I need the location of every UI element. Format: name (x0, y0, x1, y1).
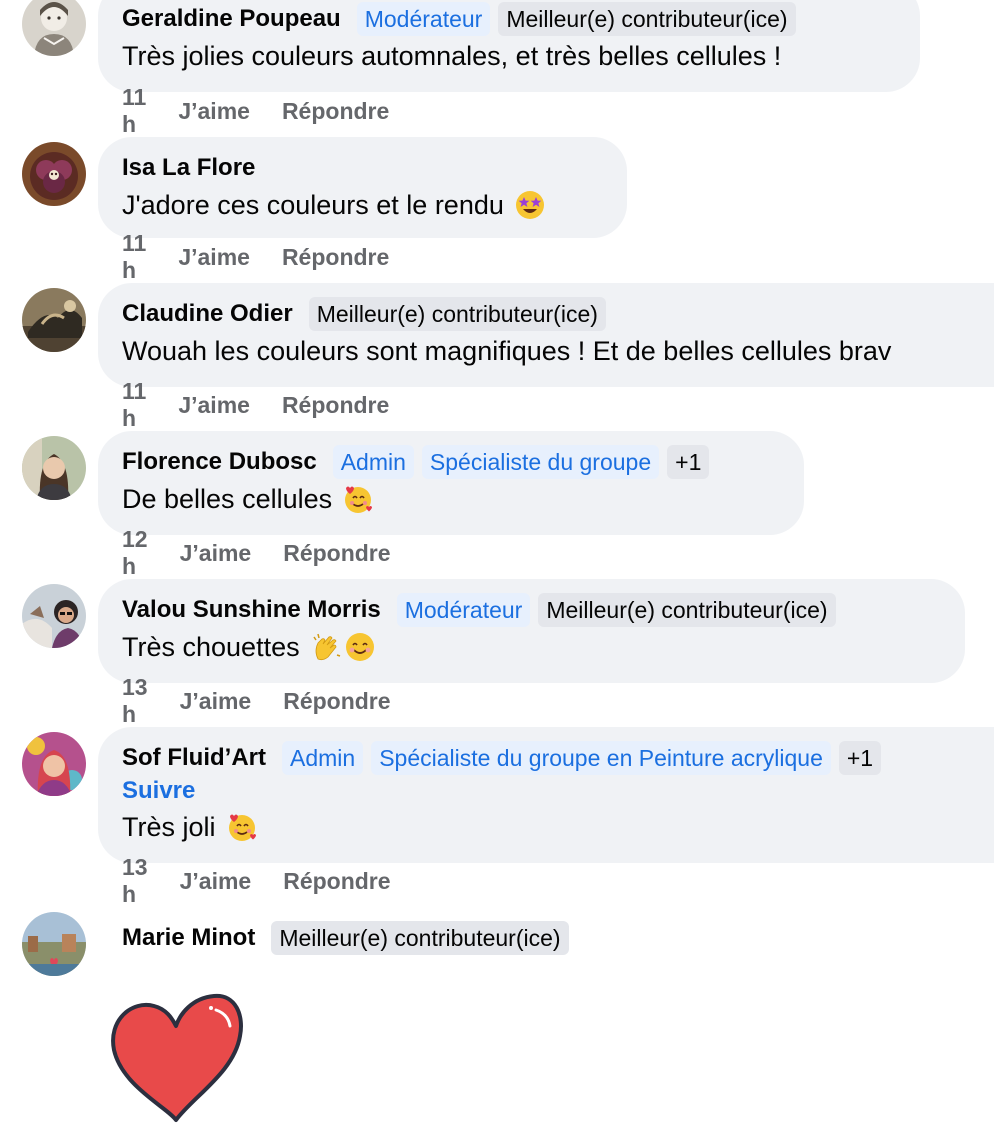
comment-actions: 11 h J’aime Répondre (122, 378, 389, 431)
comment-text-content: Très chouettes (122, 632, 300, 662)
comment-author[interactable]: Florence Dubosc (122, 448, 317, 476)
comment-bubble: Claudine Odier Meilleur(e) contributeur(… (98, 283, 994, 387)
smiling-face-with-hearts-emoji (226, 811, 258, 843)
like-button[interactable]: J’aime (178, 98, 250, 125)
like-button[interactable]: J’aime (178, 244, 250, 271)
avatar[interactable] (22, 584, 86, 648)
comment-actions: 11 h J’aime Répondre (122, 230, 389, 283)
comment-actions: 13 h J’aime Répondre (122, 674, 391, 727)
reply-button[interactable]: Répondre (282, 392, 389, 419)
comment-actions: 13 h J’aime Répondre (122, 854, 391, 907)
comment-header: Marie Minot Meilleur(e) contributeur(ice… (122, 921, 577, 955)
comment-bubble: Sof Fluid’Art Admin Spécialiste du group… (98, 727, 994, 863)
admin-badge[interactable]: Admin (332, 445, 414, 479)
avatar[interactable] (22, 288, 86, 352)
comment-text-content: Très jolies couleurs automnales, et très… (122, 41, 782, 71)
like-button[interactable]: J’aime (180, 868, 252, 895)
comment-bubble: Isa La Flore J'adore ces couleurs et le … (98, 137, 627, 238)
follow-link[interactable]: Suivre (122, 775, 970, 807)
comment-text: J'adore ces couleurs et le rendu (122, 185, 603, 225)
like-button[interactable]: J’aime (180, 688, 252, 715)
avatar[interactable] (22, 732, 86, 796)
group-expert-badge[interactable]: Spécialiste du groupe en Peinture acryli… (371, 741, 831, 775)
comment-text-content: Wouah les couleurs sont magnifiques ! Et… (122, 336, 892, 366)
clapping-hands-emoji (310, 631, 342, 663)
comment-text: Très joli (122, 807, 970, 847)
comment-author[interactable]: Isa La Flore (122, 154, 255, 182)
comment-text: Très jolies couleurs automnales, et très… (122, 36, 896, 76)
smiling-face-emoji (344, 631, 376, 663)
comment-author[interactable]: Marie Minot (122, 924, 255, 952)
top-contributor-badge[interactable]: Meilleur(e) contributeur(ice) (538, 593, 836, 627)
top-contributor-badge[interactable]: Meilleur(e) contributeur(ice) (308, 297, 606, 331)
comment-bubble: Geraldine Poupeau Modérateur Meilleur(e)… (98, 0, 920, 92)
comment-timestamp[interactable]: 12 h (122, 526, 148, 580)
avatar[interactable] (22, 0, 86, 56)
reply-button[interactable]: Répondre (282, 98, 389, 125)
moderator-badge[interactable]: Modérateur (356, 2, 491, 36)
comment-text: De belles cellules (122, 479, 780, 519)
comment-actions: 12 h J’aime Répondre (122, 526, 391, 579)
comment-author[interactable]: Geraldine Poupeau (122, 5, 341, 33)
top-contributor-badge[interactable]: Meilleur(e) contributeur(ice) (271, 921, 569, 955)
reply-button[interactable]: Répondre (283, 688, 390, 715)
comment-author[interactable]: Valou Sunshine Morris (122, 596, 381, 624)
comment-text: Wouah les couleurs sont magnifiques ! Et… (122, 331, 970, 371)
comment-text-content: De belles cellules (122, 484, 333, 514)
reply-button[interactable]: Répondre (282, 244, 389, 271)
smiling-face-with-hearts-emoji (342, 483, 374, 515)
red-heart-sticker[interactable] (110, 992, 244, 1126)
avatar[interactable] (22, 142, 86, 206)
comment-text-content: Très joli (122, 812, 216, 842)
more-badges-count[interactable]: +1 (667, 445, 710, 479)
admin-badge[interactable]: Admin (281, 741, 364, 775)
comment-timestamp[interactable]: 11 h (122, 84, 146, 138)
comment-author[interactable]: Claudine Odier (122, 300, 293, 328)
more-badges-count[interactable]: +1 (838, 741, 882, 775)
comment-timestamp[interactable]: 11 h (122, 378, 146, 432)
group-expert-badge[interactable]: Spécialiste du groupe (421, 445, 660, 479)
avatar[interactable] (22, 912, 86, 976)
comment-timestamp[interactable]: 13 h (122, 854, 148, 908)
comment-text: Très chouettes (122, 627, 941, 667)
comment-text-content: J'adore ces couleurs et le rendu (122, 190, 504, 220)
comment-author[interactable]: Sof Fluid’Art (122, 744, 266, 772)
comment-actions: 11 h J’aime Répondre (122, 84, 389, 137)
comment-timestamp[interactable]: 11 h (122, 230, 146, 284)
like-button[interactable]: J’aime (180, 540, 252, 567)
comment-bubble: Valou Sunshine Morris Modérateur Meilleu… (98, 579, 965, 683)
like-button[interactable]: J’aime (178, 392, 250, 419)
reply-button[interactable]: Répondre (283, 868, 390, 895)
reply-button[interactable]: Répondre (283, 540, 390, 567)
comment-bubble: Florence Dubosc Admin Spécialiste du gro… (98, 431, 804, 535)
comment-timestamp[interactable]: 13 h (122, 674, 148, 728)
avatar[interactable] (22, 436, 86, 500)
moderator-badge[interactable]: Modérateur (396, 593, 531, 627)
top-contributor-badge[interactable]: Meilleur(e) contributeur(ice) (498, 2, 796, 36)
star-struck-emoji (514, 189, 546, 221)
